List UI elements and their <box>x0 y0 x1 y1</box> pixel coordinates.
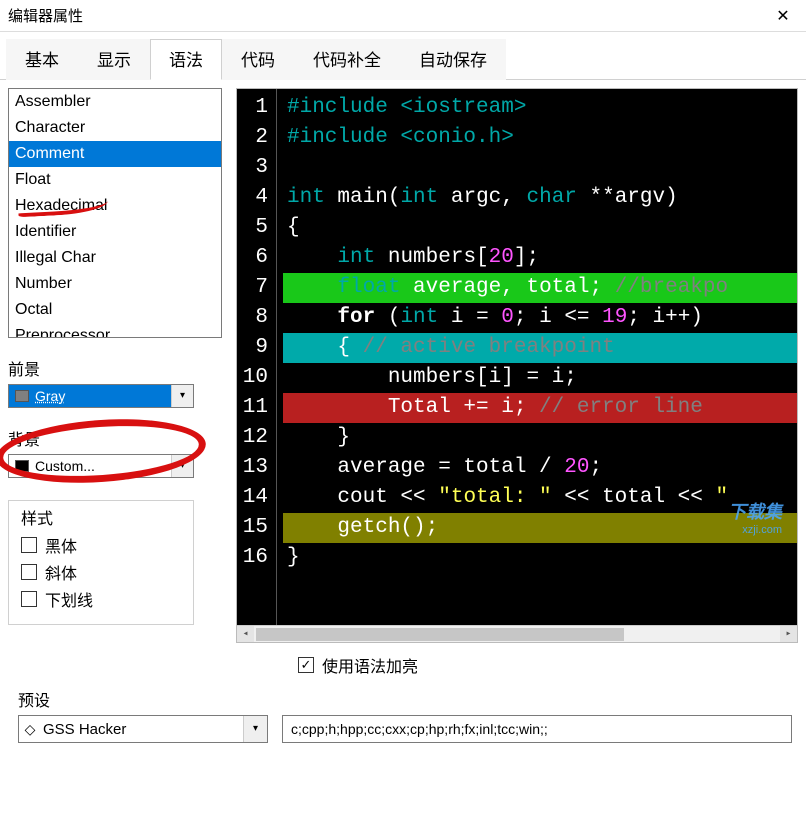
tab-5[interactable]: 自动保存 <box>400 39 506 80</box>
list-item[interactable]: Number <box>9 271 221 297</box>
bold-checkbox[interactable]: 黑体 <box>21 533 181 557</box>
background-combo[interactable]: Custom... ▾ <box>8 454 194 478</box>
titlebar: 编辑器属性 ✕ <box>0 0 806 32</box>
foreground-label: 前景 <box>8 356 222 380</box>
list-item[interactable]: Float <box>9 167 221 193</box>
checkbox-icon <box>21 564 37 580</box>
scroll-right-icon[interactable]: ▸ <box>780 626 797 643</box>
syntax-listbox[interactable]: AssemblerCharacterCommentFloatHexadecima… <box>8 88 222 338</box>
list-item[interactable]: Illegal Char <box>9 245 221 271</box>
chevron-down-icon: ▾ <box>171 385 193 407</box>
watermark: 下载集 xzji.com <box>728 498 782 536</box>
code-preview: 12345678910111213141516 #include <iostre… <box>236 88 798 643</box>
window-title: 编辑器属性 <box>8 5 83 26</box>
checkbox-icon <box>21 591 37 607</box>
background-label: 背景 <box>8 426 222 450</box>
preset-value: GSS Hacker <box>41 721 243 738</box>
list-item[interactable]: Character <box>9 115 221 141</box>
foreground-value: Gray <box>33 388 171 404</box>
underline-checkbox[interactable]: 下划线 <box>21 587 181 611</box>
horizontal-scrollbar[interactable]: ◂ ▸ <box>237 625 797 642</box>
tab-2[interactable]: 语法 <box>150 39 222 80</box>
tab-1[interactable]: 显示 <box>78 39 150 80</box>
tab-3[interactable]: 代码 <box>222 39 294 80</box>
underline-label: 下划线 <box>45 587 93 611</box>
italic-label: 斜体 <box>45 560 77 584</box>
preset-icon: ◇ <box>19 721 41 738</box>
tab-0[interactable]: 基本 <box>6 39 78 80</box>
line-gutter: 12345678910111213141516 <box>237 89 277 625</box>
list-item[interactable]: Assembler <box>9 89 221 115</box>
use-syntax-highlight-label: 使用语法加亮 <box>322 653 418 677</box>
checkbox-icon: ✓ <box>298 657 314 673</box>
scrollbar-thumb[interactable] <box>256 628 624 641</box>
extensions-input[interactable] <box>282 715 792 743</box>
checkbox-icon <box>21 537 37 553</box>
background-swatch <box>15 460 29 472</box>
list-item[interactable]: Preprocessor <box>9 323 221 338</box>
preset-combo[interactable]: ◇ GSS Hacker ▾ <box>18 715 268 743</box>
tab-bar: 基本显示语法代码代码补全自动保存 <box>0 32 806 80</box>
list-item[interactable]: Identifier <box>9 219 221 245</box>
chevron-down-icon: ▾ <box>171 455 193 477</box>
chevron-down-icon: ▾ <box>243 716 267 742</box>
foreground-swatch <box>15 390 29 402</box>
preset-label: 预设 <box>18 687 792 711</box>
italic-checkbox[interactable]: 斜体 <box>21 560 181 584</box>
tab-4[interactable]: 代码补全 <box>294 39 400 80</box>
list-item[interactable]: Comment <box>9 141 221 167</box>
list-item[interactable]: Octal <box>9 297 221 323</box>
code-body: #include <iostream>#include <conio.h>int… <box>277 89 797 625</box>
bold-label: 黑体 <box>45 533 77 557</box>
style-group-label: 样式 <box>21 505 181 529</box>
scroll-left-icon[interactable]: ◂ <box>237 626 254 643</box>
foreground-combo[interactable]: Gray ▾ <box>8 384 194 408</box>
use-syntax-highlight-checkbox[interactable]: ✓ 使用语法加亮 <box>298 653 792 677</box>
close-button[interactable]: ✕ <box>760 0 806 32</box>
style-group: 样式 黑体 斜体 下划线 <box>8 500 194 625</box>
background-value: Custom... <box>33 458 171 474</box>
scrollbar-track[interactable] <box>254 626 780 643</box>
list-item[interactable]: Hexadecimal <box>9 193 221 219</box>
